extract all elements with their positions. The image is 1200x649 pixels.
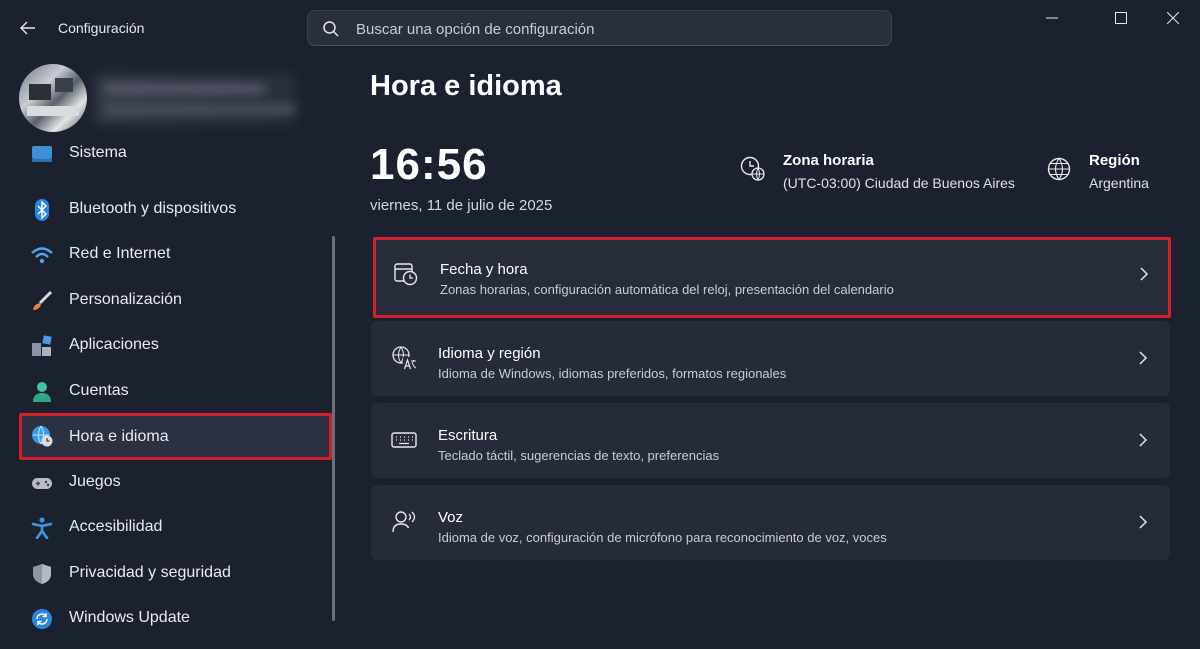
time-language-icon [32, 425, 53, 447]
sidebar-item-label: Sistema [69, 144, 127, 161]
apps-icon [32, 335, 52, 356]
calendar-clock-icon [394, 263, 418, 286]
card-subtitle: Idioma de voz, configuración de micrófon… [438, 530, 887, 545]
card-title: Escritura [438, 427, 498, 444]
sidebar-item-personalizacion[interactable]: Personalización [19, 280, 329, 320]
title-bar: Configuración [0, 0, 1200, 56]
sidebar-item-cuentas[interactable]: Cuentas [19, 371, 329, 411]
chevron-right-icon [1140, 267, 1149, 281]
region-title: Región [1089, 152, 1140, 169]
search-icon [323, 21, 339, 37]
card-subtitle: Zonas horarias, configuración automática… [440, 282, 894, 297]
card-title: Idioma y región [438, 345, 541, 362]
sidebar-item-label: Cuentas [69, 382, 129, 399]
sidebar-item-label: Hora e idioma [69, 427, 169, 445]
search-input[interactable] [354, 11, 878, 47]
language-icon [392, 346, 417, 370]
card-voz[interactable]: Voz Idioma de voz, configuración de micr… [371, 485, 1170, 560]
sidebar-item-red[interactable]: Red e Internet [19, 234, 329, 274]
sidebar-item-hora-idioma[interactable]: Hora e idioma [19, 413, 332, 460]
wifi-icon [31, 247, 53, 264]
sidebar-item-sistema[interactable]: Sistema [19, 141, 329, 173]
sidebar-item-label: Juegos [69, 473, 121, 490]
avatar [19, 64, 87, 132]
chevron-right-icon [1139, 433, 1148, 447]
gamepad-icon [32, 478, 52, 489]
timezone-value: (UTC-03:00) Ciudad de Buenos Aires [783, 175, 1015, 191]
back-arrow-icon [20, 21, 35, 35]
account-icon [33, 382, 51, 402]
maximize-icon [1115, 12, 1127, 24]
sidebar-item-label: Aplicaciones [69, 336, 159, 353]
sidebar-item-aplicaciones[interactable]: Aplicaciones [19, 325, 329, 365]
close-button[interactable] [1150, 0, 1196, 36]
card-subtitle: Idioma de Windows, idiomas preferidos, f… [438, 366, 787, 381]
card-subtitle: Teclado táctil, sugerencias de texto, pr… [438, 448, 720, 463]
sidebar-item-label: Privacidad y seguridad [69, 564, 231, 581]
brush-icon [33, 290, 53, 310]
timezone-info: Zona horaria (UTC-03:00) Ciudad de Bueno… [740, 152, 1040, 202]
current-time: 16:56 [370, 140, 488, 189]
chevron-right-icon [1139, 515, 1148, 529]
maximize-button[interactable] [1098, 0, 1144, 36]
app-title: Configuración [58, 20, 145, 36]
back-button[interactable] [16, 16, 40, 40]
region-info: Región Argentina [1046, 152, 1176, 202]
card-title: Voz [438, 509, 464, 526]
keyboard-icon [391, 432, 417, 448]
chevron-right-icon [1139, 351, 1148, 365]
current-date: viernes, 11 de julio de 2025 [370, 197, 553, 214]
update-icon [32, 609, 52, 629]
sidebar-nav: Sistema Bluetooth y dispositivos Red e I… [19, 141, 333, 649]
sidebar-item-bluetooth[interactable]: Bluetooth y dispositivos [19, 189, 329, 229]
user-profile[interactable] [19, 64, 309, 134]
minimize-icon [1046, 17, 1058, 19]
sidebar-item-label: Personalización [69, 291, 182, 308]
card-escritura[interactable]: Escritura Teclado táctil, sugerencias de… [371, 403, 1170, 478]
sidebar-item-label: Bluetooth y dispositivos [69, 200, 237, 217]
voice-icon [392, 511, 416, 533]
sidebar-item-label: Windows Update [69, 609, 190, 626]
sidebar-item-privacidad[interactable]: Privacidad y seguridad [19, 553, 329, 593]
page-title: Hora e idioma [370, 70, 562, 102]
globe-clock-icon [740, 156, 765, 181]
timezone-title: Zona horaria [783, 152, 874, 169]
globe-icon [1047, 157, 1071, 181]
sidebar-item-label: Red e Internet [69, 245, 171, 262]
sidebar-item-juegos[interactable]: Juegos [19, 462, 329, 502]
sidebar-item-label: Accesibilidad [69, 518, 163, 535]
close-icon [1167, 12, 1179, 24]
sidebar-scrollbar[interactable] [332, 236, 335, 621]
blurred-user-info [95, 74, 295, 124]
region-value: Argentina [1089, 175, 1149, 191]
card-fecha-hora[interactable]: Fecha y hora Zonas horarias, configuraci… [373, 237, 1171, 318]
sidebar-item-windows-update[interactable]: Windows Update [19, 598, 329, 638]
system-icon [32, 146, 52, 162]
shield-icon [33, 564, 51, 584]
minimize-button[interactable] [1029, 0, 1075, 36]
sidebar-item-accesibilidad[interactable]: Accesibilidad [19, 507, 329, 547]
card-idioma-region[interactable]: Idioma y región Idioma de Windows, idiom… [371, 321, 1170, 396]
bluetooth-icon [35, 199, 49, 221]
search-box[interactable] [307, 10, 892, 47]
accessibility-icon [31, 517, 53, 539]
card-title: Fecha y hora [440, 261, 528, 278]
